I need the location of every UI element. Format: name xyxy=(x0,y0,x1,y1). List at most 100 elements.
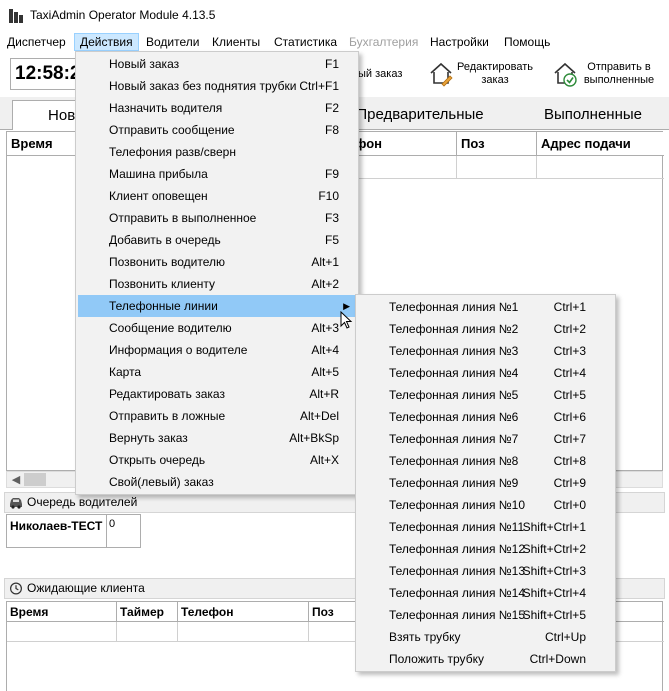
actions-menu-item[interactable]: Новый заказ F1 xyxy=(78,53,356,75)
column-time[interactable]: Время xyxy=(7,602,117,622)
phone-lines-menu-item-label: Телефонная линия №9 xyxy=(389,476,519,490)
phone-lines-menu-item-label: Телефонная линия №6 xyxy=(389,410,519,424)
send-completed-label: Отправить в выполненные xyxy=(583,61,655,86)
menu-settings[interactable]: Настройки xyxy=(425,33,494,51)
actions-menu-item-label: Сообщение водителю xyxy=(109,321,232,335)
actions-menu-item[interactable]: Телефонные линии ▶ xyxy=(78,295,356,317)
menu-drivers[interactable]: Водители xyxy=(141,33,204,51)
phone-lines-menu-item-label: Телефонная линия №3 xyxy=(389,344,519,358)
actions-menu-item-label: Клиент оповещен xyxy=(109,189,208,203)
phone-lines-submenu: Телефонная линия №1 Ctrl+1 Телефонная лини… xyxy=(355,294,616,672)
phone-lines-menu-item[interactable]: Телефонная линия №1 Ctrl+1 xyxy=(358,296,613,318)
grid-cell[interactable] xyxy=(537,156,664,179)
menu-statistics[interactable]: Статистика xyxy=(269,33,342,51)
scroll-left-icon[interactable]: ◀ xyxy=(9,473,23,487)
actions-menu-item-shortcut: F1 xyxy=(324,57,339,71)
actions-menu-item-shortcut: F8 xyxy=(324,123,339,137)
phone-lines-menu-item-shortcut: Ctrl+2 xyxy=(553,322,586,336)
actions-menu-item[interactable]: Свой(левый) заказ xyxy=(78,471,356,493)
phone-lines-menu-item[interactable]: Телефонная линия №5 Ctrl+5 xyxy=(358,384,613,406)
phone-lines-menu-item-shortcut: Ctrl+6 xyxy=(553,410,586,424)
grid-cell[interactable] xyxy=(457,156,537,179)
menu-help[interactable]: Помощь xyxy=(499,33,555,51)
phone-lines-menu-item[interactable]: Телефонная линия №11 Shift+Ctrl+1 xyxy=(358,516,613,538)
phone-lines-menu-item-label: Телефонная линия №2 xyxy=(389,322,519,336)
phone-lines-menu-item[interactable]: Телефонная линия №8 Ctrl+8 xyxy=(358,450,613,472)
phone-lines-menu-item-label: Телефонная линия №13 xyxy=(389,564,526,578)
phone-lines-menu-item-shortcut: Shift+Ctrl+1 xyxy=(522,520,586,534)
tab-preliminary[interactable]: Предварительные xyxy=(345,100,495,130)
clock-icon xyxy=(10,582,22,595)
actions-menu-item-shortcut: F10 xyxy=(318,189,339,203)
actions-menu-item[interactable]: Отправить сообщение F8 xyxy=(78,119,356,141)
grid-cell[interactable] xyxy=(178,622,309,642)
actions-menu-item-shortcut: F2 xyxy=(324,101,339,115)
column-pickup-address[interactable]: Адрес подачи xyxy=(537,132,664,156)
actions-menu-item[interactable]: Вернуть заказ Alt+BkSp xyxy=(78,427,356,449)
actions-menu-item-shortcut: Alt+5 xyxy=(311,365,339,379)
phone-lines-menu-item[interactable]: Телефонная линия №10 Ctrl+0 xyxy=(358,494,613,516)
actions-menu-item-label: Отправить сообщение xyxy=(109,123,235,137)
actions-menu-item-shortcut: Alt+X xyxy=(309,453,339,467)
scroll-thumb[interactable] xyxy=(24,473,46,486)
actions-menu-item[interactable]: Сообщение водителю Alt+3 xyxy=(78,317,356,339)
phone-lines-menu-item[interactable]: Телефонная линия №15 Shift+Ctrl+5 xyxy=(358,604,613,626)
new-order-button[interactable]: ый заказ xyxy=(358,56,402,92)
phone-lines-menu-item-label: Телефонная линия №14 xyxy=(389,586,526,600)
phone-lines-menu-item-label: Телефонная линия №1 xyxy=(389,300,519,314)
actions-menu-item[interactable]: Информация о водителе Alt+4 xyxy=(78,339,356,361)
actions-menu-item[interactable]: Новый заказ без поднятия трубки Ctrl+F1 xyxy=(78,75,356,97)
column-position[interactable]: Поз xyxy=(457,132,537,156)
actions-menu-item-label: Телефонные линии xyxy=(109,299,218,313)
column-phone[interactable]: фон xyxy=(349,132,457,156)
actions-menu-item-label: Новый заказ xyxy=(109,57,180,71)
menu-accounting[interactable]: Бухгалтерия xyxy=(344,33,423,51)
phone-lines-menu-item-shortcut: Shift+Ctrl+4 xyxy=(522,586,586,600)
actions-menu-item[interactable]: Телефония разв/сверн xyxy=(78,141,356,163)
actions-menu-item-label: Машина прибыла xyxy=(109,167,208,181)
actions-menu-item[interactable]: Машина прибыла F9 xyxy=(78,163,356,185)
phone-lines-menu-item[interactable]: Телефонная линия №9 Ctrl+9 xyxy=(358,472,613,494)
phone-lines-menu-item-shortcut: Ctrl+0 xyxy=(553,498,586,512)
actions-menu-item[interactable]: Отправить в выполненное F3 xyxy=(78,207,356,229)
actions-menu-item[interactable]: Редактировать заказ Alt+R xyxy=(78,383,356,405)
edit-order-button[interactable]: Редактировать заказ xyxy=(428,56,536,92)
actions-menu-item[interactable]: Позвонить клиенту Alt+2 xyxy=(78,273,356,295)
phone-lines-menu-item[interactable]: Телефонная линия №4 Ctrl+4 xyxy=(358,362,613,384)
phone-lines-menu-item[interactable]: Взять трубку Ctrl+Up xyxy=(358,626,613,648)
phone-lines-menu-item[interactable]: Телефонная линия №6 Ctrl+6 xyxy=(358,406,613,428)
menu-dispatcher[interactable]: Диспетчер xyxy=(2,33,71,51)
phone-lines-menu-item[interactable]: Телефонная линия №13 Shift+Ctrl+3 xyxy=(358,560,613,582)
tab-completed[interactable]: Выполненные xyxy=(528,100,658,130)
actions-menu-item[interactable]: Назначить водителя F2 xyxy=(78,97,356,119)
grid-cell[interactable] xyxy=(117,622,178,642)
actions-menu-item-shortcut: F5 xyxy=(324,233,339,247)
phone-lines-menu-item[interactable]: Телефонная линия №3 Ctrl+3 xyxy=(358,340,613,362)
phone-lines-menu-item[interactable]: Телефонная линия №2 Ctrl+2 xyxy=(358,318,613,340)
phone-lines-menu-item-label: Телефонная линия №12 xyxy=(389,542,526,556)
grid-cell[interactable] xyxy=(349,156,457,179)
actions-menu-item-shortcut: Alt+BkSp xyxy=(289,431,339,445)
actions-menu-item[interactable]: Открыть очередь Alt+X xyxy=(78,449,356,471)
actions-menu-item[interactable]: Карта Alt+5 xyxy=(78,361,356,383)
actions-menu: Новый заказ F1 Новый заказ без поднятия тр… xyxy=(75,51,359,495)
actions-menu-item[interactable]: Отправить в ложные Alt+Del xyxy=(78,405,356,427)
actions-menu-item-shortcut: Alt+R xyxy=(309,387,339,401)
clock: 12:58:2 xyxy=(10,58,82,90)
phone-lines-menu-item[interactable]: Положить трубку Ctrl+Down xyxy=(358,648,613,670)
column-phone[interactable]: Телефон xyxy=(178,602,309,622)
menu-actions[interactable]: Действия xyxy=(74,33,139,51)
column-timer[interactable]: Таймер xyxy=(117,602,178,622)
menu-clients[interactable]: Клиенты xyxy=(207,33,265,51)
grid-cell[interactable] xyxy=(7,622,117,642)
phone-lines-menu-item[interactable]: Телефонная линия №7 Ctrl+7 xyxy=(358,428,613,450)
actions-menu-item[interactable]: Добавить в очередь F5 xyxy=(78,229,356,251)
driver-queue-item[interactable]: Николаев-ТЕСТ xyxy=(6,514,107,548)
phone-lines-menu-item[interactable]: Телефонная линия №14 Shift+Ctrl+4 xyxy=(358,582,613,604)
send-completed-button[interactable]: Отправить в выполненные xyxy=(552,56,660,92)
phone-lines-menu-item[interactable]: Телефонная линия №12 Shift+Ctrl+2 xyxy=(358,538,613,560)
phone-lines-menu-item-label: Телефонная линия №15 xyxy=(389,608,526,622)
actions-menu-item[interactable]: Позвонить водителю Alt+1 xyxy=(78,251,356,273)
phone-lines-menu-item-label: Телефонная линия №8 xyxy=(389,454,519,468)
actions-menu-item[interactable]: Клиент оповещен F10 xyxy=(78,185,356,207)
